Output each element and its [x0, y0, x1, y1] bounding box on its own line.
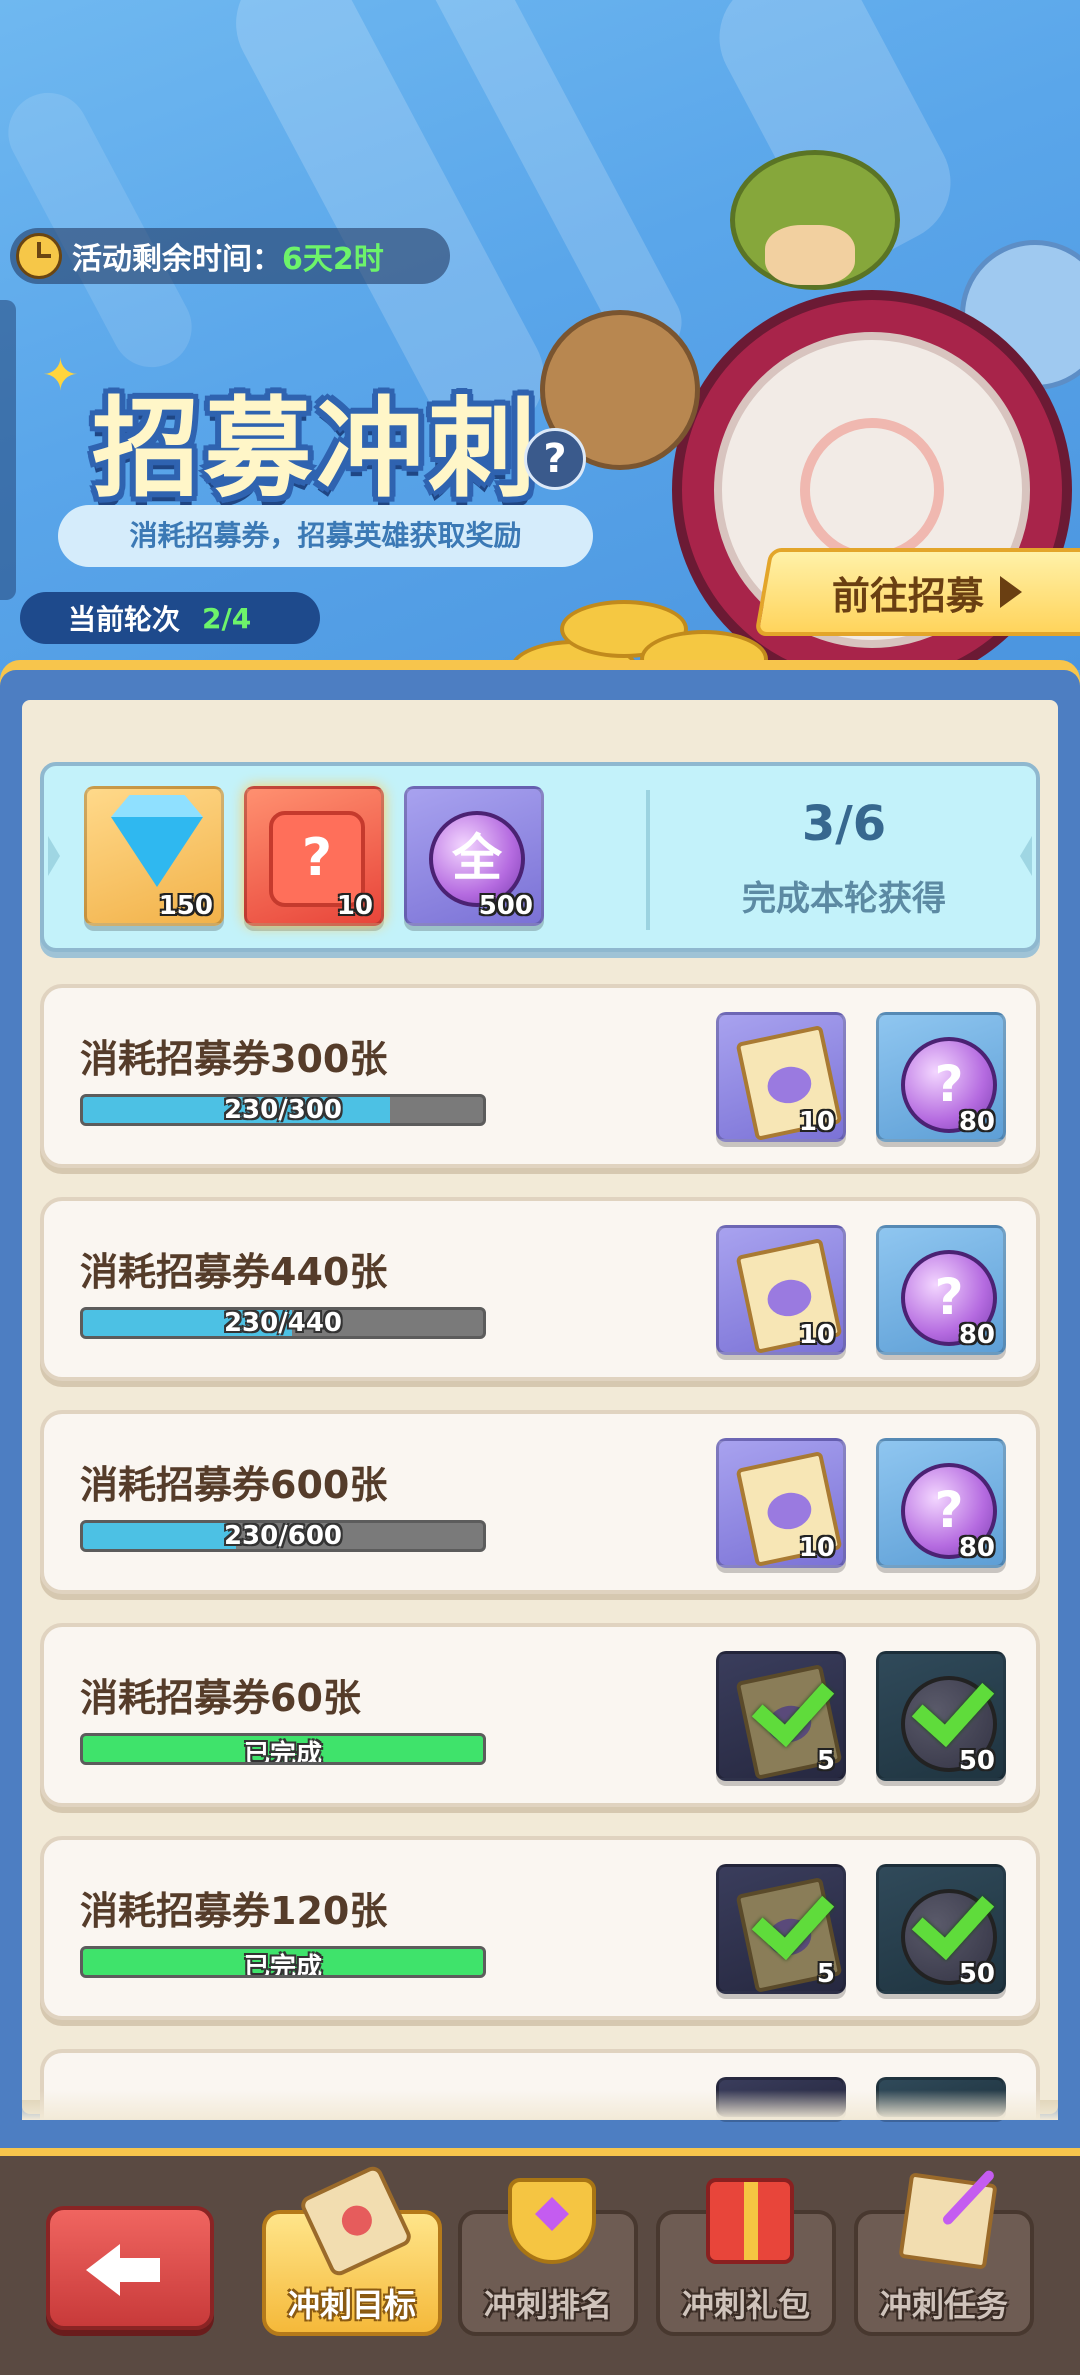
timer-value: 6天2时 — [282, 242, 384, 277]
quest-letter-icon — [898, 2172, 998, 2270]
back-arrow-icon — [86, 2244, 160, 2296]
reward-count: 10 — [336, 891, 373, 921]
reward-item-orb[interactable]: 全 500 — [404, 786, 544, 926]
reward-count: 80 — [958, 1320, 995, 1350]
sparkle-icon: ✦ — [42, 350, 79, 401]
back-button[interactable] — [46, 2206, 214, 2330]
task-row: 消耗招募券60张 已完成 5 50 — [40, 1623, 1040, 1807]
reward-item-orb-claimed[interactable]: 50 — [876, 1651, 1006, 1781]
notch-decoration — [48, 836, 60, 876]
reward-item-orb[interactable]: ? 80 — [876, 1012, 1006, 1142]
task-title: 消耗招募券440张 — [80, 1250, 388, 1294]
play-arrow-icon — [1000, 576, 1022, 608]
round-progress: 3/6 — [801, 796, 887, 852]
progress-text: 230/300 — [223, 1095, 343, 1125]
round-reward-box: 150 ? 10 全 500 3/6 完成本轮获得 — [40, 762, 1040, 952]
progress-text: 230/440 — [223, 1308, 343, 1338]
reward-item-integral-claimed[interactable]: 5 — [716, 1651, 846, 1781]
task-row: 消耗招募券600张 230/600 10 ? 80 — [40, 1410, 1040, 1594]
reward-item-orb[interactable]: ? 80 — [876, 1438, 1006, 1568]
tab-label: 冲刺排名 — [483, 2286, 612, 2324]
reward-count: 80 — [958, 1107, 995, 1137]
mushroom-character-art — [730, 150, 900, 290]
current-round: 当前轮次 2/4 — [20, 592, 320, 644]
task-title: 消耗招募券120张 — [80, 1889, 388, 1933]
reward-item-orb-claimed[interactable]: 50 — [876, 1864, 1006, 1994]
scroll-fade — [22, 2090, 1058, 2120]
reward-count: 500 — [478, 891, 533, 921]
reward-count: 5 — [816, 1959, 835, 1989]
diamond-icon — [111, 817, 203, 887]
reward-count: 10 — [798, 1320, 835, 1350]
event-title: 招募冲刺 — [92, 387, 541, 512]
reward-count: 5 — [816, 1746, 835, 1776]
task-progress-bar: 230/440 — [80, 1307, 486, 1339]
gift-chest-icon — [706, 2178, 794, 2264]
task-title: 消耗招募券300张 — [80, 1037, 388, 1081]
reward-count: 50 — [958, 1746, 995, 1776]
reward-item-integral[interactable]: 10 — [716, 1225, 846, 1355]
round-label: 当前轮次 — [68, 603, 181, 636]
reward-item-diamond[interactable]: 150 — [84, 786, 224, 926]
task-title: 消耗招募券600张 — [80, 1463, 388, 1507]
clock-icon — [16, 233, 62, 279]
tab-sprint-goal[interactable]: 冲刺目标 — [262, 2163, 442, 2336]
go-recruit-label: 前往招募 — [831, 573, 984, 618]
task-progress-bar: 230/600 — [80, 1520, 486, 1552]
progress-text: 已完成 — [243, 1953, 322, 1978]
reward-count: 10 — [798, 1533, 835, 1563]
event-banner: 活动剩余时间： 6天2时 ✦ 招募冲刺 ? 消耗招募券，招募英雄获取奖励 当前轮… — [0, 0, 1080, 670]
event-timer: 活动剩余时间： 6天2时 — [10, 228, 450, 284]
task-progress-bar: 已完成 — [80, 1946, 486, 1978]
reward-item-integral-claimed[interactable]: 5 — [716, 1864, 846, 1994]
tab-sprint-ranking[interactable]: 冲刺排名 — [458, 2178, 638, 2336]
event-subtitle: 消耗招募券，招募英雄获取奖励 — [58, 505, 593, 567]
task-row: 消耗招募券440张 230/440 10 ? 80 — [40, 1197, 1040, 1381]
tab-sprint-gift[interactable]: 冲刺礼包 — [656, 2178, 836, 2336]
task-progress-bar: 已完成 — [80, 1733, 486, 1765]
tab-label: 冲刺任务 — [879, 2286, 1008, 2324]
task-title: 消耗招募券60张 — [80, 1676, 361, 1720]
reward-count: 80 — [958, 1533, 995, 1563]
task-progress-bar: 230/300 — [80, 1094, 486, 1126]
task-row: 消耗招募券120张 已完成 5 50 — [40, 1836, 1040, 2020]
reward-item-puzzle[interactable]: ? 10 — [244, 786, 384, 926]
task-row: 消耗招募券300张 230/300 10 ? 80 — [40, 984, 1040, 1168]
reward-item-orb[interactable]: ? 80 — [876, 1225, 1006, 1355]
reward-item-integral[interactable]: 10 — [716, 1438, 846, 1568]
divider — [646, 790, 650, 930]
help-button[interactable]: ? — [524, 428, 586, 490]
progress-text: 230/600 — [223, 1521, 343, 1551]
round-reward-caption: 完成本轮获得 — [742, 879, 946, 919]
reward-count: 150 — [158, 891, 213, 921]
round-value: 2/4 — [202, 601, 252, 635]
tab-sprint-tasks[interactable]: 冲刺任务 — [854, 2172, 1034, 2336]
side-drawer-handle[interactable] — [0, 300, 16, 600]
progress-text: 已完成 — [243, 1740, 322, 1765]
tab-label: 冲刺目标 — [287, 2286, 416, 2324]
tab-label: 冲刺礼包 — [681, 2286, 810, 2324]
reward-item-integral[interactable]: 10 — [716, 1012, 846, 1142]
timer-label: 活动剩余时间： — [72, 242, 282, 277]
reward-count: 10 — [798, 1107, 835, 1137]
go-recruit-button[interactable]: 前往招募 — [754, 548, 1080, 636]
reward-count: 50 — [958, 1959, 995, 1989]
trophy-icon — [508, 2178, 596, 2264]
